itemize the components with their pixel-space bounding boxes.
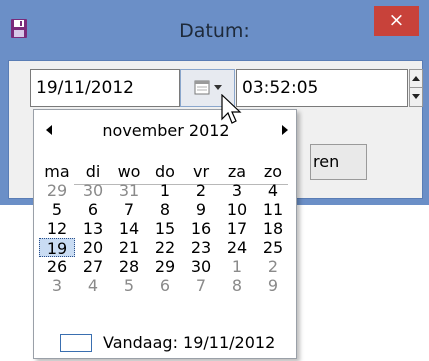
calendar-day[interactable]: 4 (255, 181, 291, 200)
calendar-day[interactable]: 6 (147, 276, 183, 295)
calendar-week-row: 19 20 21 22 23 24 25 (39, 238, 291, 258)
today-box-icon (60, 334, 92, 352)
calendar-day[interactable]: 2 (255, 257, 291, 276)
calendar-day[interactable]: 17 (219, 219, 255, 238)
spin-up-button[interactable] (410, 70, 422, 88)
time-spinner[interactable] (409, 69, 423, 107)
spin-up-icon (412, 76, 420, 81)
date-field[interactable]: 19/11/2012 (30, 69, 180, 107)
close-icon: × (388, 9, 405, 31)
calendar-day[interactable]: 11 (255, 200, 291, 219)
calendar-day[interactable]: 7 (111, 200, 147, 219)
today-label: Vandaag: 19/11/2012 (103, 333, 276, 352)
calendar-day[interactable]: 25 (255, 238, 291, 257)
spin-down-button[interactable] (410, 88, 422, 106)
calendar-day[interactable]: 18 (255, 219, 291, 238)
calendar-day[interactable]: 20 (75, 238, 111, 257)
calendar-day[interactable]: 16 (183, 219, 219, 238)
next-month-icon[interactable] (278, 122, 292, 138)
weekday-label: vr (192, 162, 210, 181)
calendar-day[interactable]: 24 (219, 238, 255, 257)
weekday-label: zo (263, 162, 283, 181)
calendar-day[interactable]: 6 (75, 200, 111, 219)
calendar-day[interactable]: 5 (39, 200, 75, 219)
calendar-day[interactable]: 29 (147, 257, 183, 276)
month-label: november 2012 (102, 121, 230, 140)
close-button[interactable]: × (374, 6, 419, 36)
calendar-day[interactable]: 31 (111, 181, 147, 200)
calendar-day[interactable]: 9 (255, 276, 291, 295)
calendar-day[interactable]: 4 (75, 276, 111, 295)
calendar-day[interactable]: 15 (147, 219, 183, 238)
mouse-cursor-icon (221, 94, 242, 124)
calendar-day[interactable]: 12 (39, 219, 75, 238)
weekday-label: do (155, 162, 175, 181)
calendar-week-row: 12 13 14 15 16 17 18 (39, 219, 291, 238)
weekday-header-row: ma di wo do vr za zo (39, 162, 291, 181)
calendar-day[interactable]: 27 (75, 257, 111, 276)
calendar-day[interactable]: 30 (183, 257, 219, 276)
calendar-day[interactable]: 7 (183, 276, 219, 295)
calendar-grid: ma di wo do vr za zo 29 30 31 1 2 3 4 5 6 7 8 9 10 11… (39, 162, 291, 295)
calendar-week-row: 5 6 7 8 9 10 11 (39, 200, 291, 219)
calendar-day[interactable]: 23 (183, 238, 219, 257)
title-bar[interactable]: Datum: × (0, 0, 429, 60)
spin-down-icon (412, 94, 420, 99)
calendar-week-row: 3456789 (39, 276, 291, 295)
calendar-day[interactable]: 8 (147, 200, 183, 219)
calendar-week-row: 26 27 28 29 30 1 2 (39, 257, 291, 276)
calendar-day[interactable]: 3 (219, 181, 255, 200)
calendar-day[interactable]: 13 (75, 219, 111, 238)
calendar-day[interactable]: 21 (111, 238, 147, 257)
calendar-week-row: 29 30 31 1 2 3 4 (39, 181, 291, 200)
calendar-day[interactable]: 30 (75, 181, 111, 200)
calendar-day[interactable]: 9 (183, 200, 219, 219)
calendar-day[interactable]: 3 (39, 276, 75, 295)
calendar-day[interactable]: 26 (39, 257, 75, 276)
today-link[interactable]: Vandaag: 19/11/2012 (60, 332, 300, 354)
calendar-day[interactable]: 10 (219, 200, 255, 219)
calendar-day-selected[interactable]: 19 (39, 238, 75, 258)
weekday-label: ma (44, 162, 70, 181)
window-title: Datum: (179, 20, 250, 42)
time-field[interactable]: 03:52:05 (236, 69, 408, 107)
calendar-day[interactable]: 29 (39, 181, 75, 200)
calendar-day[interactable]: 2 (183, 181, 219, 200)
calendar-day[interactable]: 28 (111, 257, 147, 276)
calendar-day[interactable]: 8 (219, 276, 255, 295)
calendar-day[interactable]: 22 (147, 238, 183, 257)
calendar-day[interactable]: 5 (111, 276, 147, 295)
weekday-label: za (227, 162, 247, 181)
weekday-label: di (85, 162, 101, 181)
calendar-day[interactable]: 1 (219, 257, 255, 276)
background-button[interactable]: ren (310, 144, 367, 180)
weekday-label: wo (117, 162, 141, 181)
calendar-day[interactable]: 1 (147, 181, 183, 200)
calendar-day[interactable]: 14 (111, 219, 147, 238)
calendar-popup: november 2012 ma di wo do vr za zo 29 30 3… (33, 109, 297, 359)
